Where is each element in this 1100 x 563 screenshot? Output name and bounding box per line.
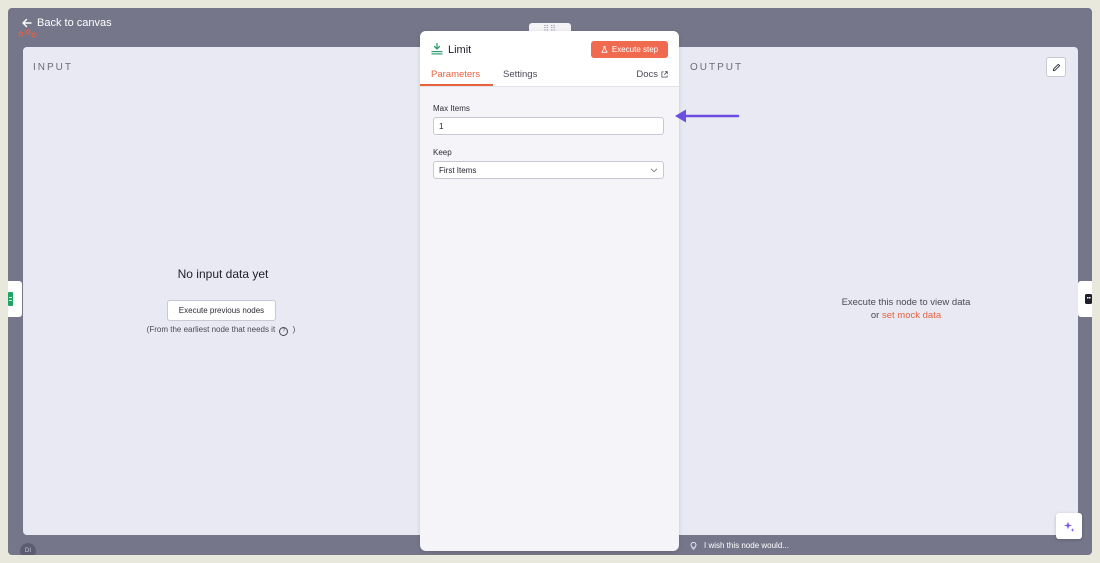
node-header: Limit Execute step Parameters Settings D… xyxy=(420,31,679,87)
pencil-icon xyxy=(1052,63,1060,71)
keep-select[interactable]: First Items xyxy=(433,161,664,179)
active-tab-indicator xyxy=(420,84,493,86)
docs-link[interactable]: Docs xyxy=(636,69,668,80)
execute-note: (From the earliest node that needs it ? … xyxy=(23,325,419,336)
node-parameters-panel: Limit Execute step Parameters Settings D… xyxy=(420,31,679,551)
execute-note-text: (From the earliest node that needs it xyxy=(146,325,276,334)
output-node-tab[interactable] xyxy=(1078,281,1092,317)
limit-node-icon xyxy=(431,43,443,55)
tab-settings[interactable]: Settings xyxy=(503,69,537,80)
output-message-prefix: or xyxy=(870,310,880,321)
arrow-left-icon xyxy=(22,18,32,28)
ai-assistant-button[interactable] xyxy=(1056,513,1082,539)
flask-icon xyxy=(601,46,608,53)
keep-select-value: First Items xyxy=(439,165,477,175)
execute-note-close: ) xyxy=(292,325,296,334)
execute-step-label: Execute step xyxy=(611,45,659,54)
input-node-tab[interactable] xyxy=(8,281,22,317)
execute-previous-nodes-button[interactable]: Execute previous nodes xyxy=(167,300,276,321)
max-items-label: Max Items xyxy=(433,104,470,113)
execute-step-button[interactable]: Execute step xyxy=(591,41,668,58)
annotation-arrow-icon xyxy=(675,109,740,123)
output-empty-message: Execute this node to view data or set mo… xyxy=(746,296,1066,322)
keep-label: Keep xyxy=(433,148,452,157)
help-circle-icon[interactable]: ? xyxy=(279,327,289,336)
back-to-canvas-label: Back to canvas xyxy=(37,17,112,29)
feedback-prompt[interactable]: I wish this node would... xyxy=(690,541,789,550)
node-title: Limit xyxy=(448,44,472,56)
lightbulb-icon xyxy=(690,541,697,549)
no-input-title: No input data yet xyxy=(177,267,269,281)
avatar[interactable]: DI xyxy=(20,543,36,555)
google-sheets-icon xyxy=(8,292,13,306)
feedback-placeholder: I wish this node would... xyxy=(704,541,789,550)
tab-parameters[interactable]: Parameters xyxy=(431,69,480,80)
set-mock-data-link[interactable]: set mock data xyxy=(882,310,941,321)
edit-output-button[interactable] xyxy=(1046,57,1066,77)
max-items-input[interactable]: 1 xyxy=(433,117,664,135)
docs-label: Docs xyxy=(636,69,658,80)
input-panel: INPUT No input data yet Execute previous… xyxy=(23,47,428,535)
chevron-down-icon xyxy=(650,168,658,173)
node-icon xyxy=(1085,294,1092,304)
output-message-line1: Execute this node to view data xyxy=(841,297,971,308)
sparkle-icon xyxy=(1064,521,1075,532)
external-link-icon xyxy=(661,71,668,78)
modal-overlay: Back to canvas ⠿⠿ INPUT No input data ye… xyxy=(8,8,1092,555)
n8n-logo-icon xyxy=(18,29,37,38)
input-panel-label: INPUT xyxy=(33,62,73,73)
output-panel-label: OUTPUT xyxy=(690,62,744,73)
